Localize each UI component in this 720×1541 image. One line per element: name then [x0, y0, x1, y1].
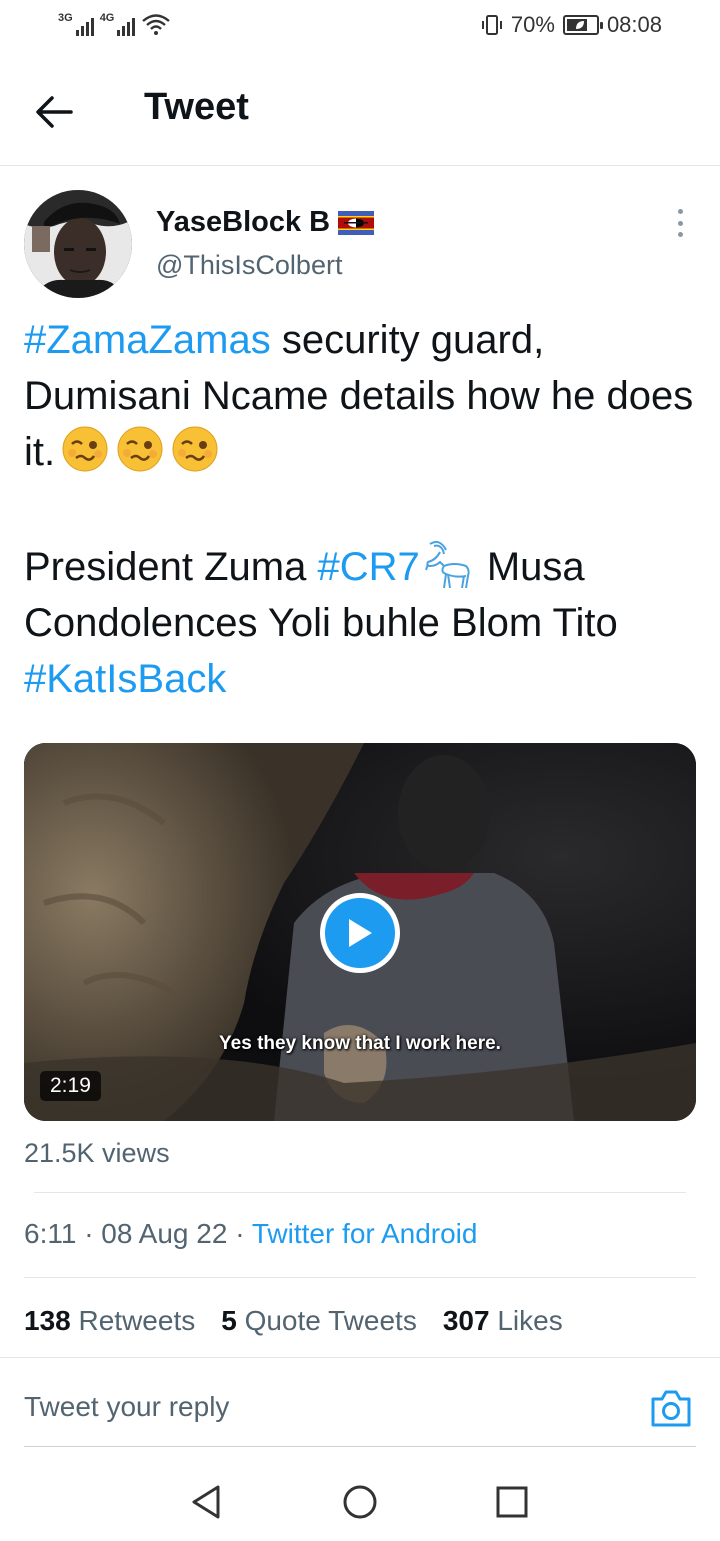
eswatini-flag-icon: [338, 210, 375, 235]
engagement-stats: 138 Retweets 5 Quote Tweets 307 Likes: [24, 1305, 563, 1337]
wifi-icon: [142, 14, 171, 35]
timestamp: 6:11 · 08 Aug 22 ·: [24, 1218, 252, 1249]
sim1-label: 3G: [58, 12, 73, 24]
source-link[interactable]: Twitter for Android: [252, 1218, 478, 1249]
tweet-text-segment: President Zuma: [24, 545, 318, 589]
display-name: YaseBlock B: [156, 206, 331, 238]
battery-percent: 70%: [510, 12, 555, 37]
divider: [24, 1446, 696, 1447]
camera-icon[interactable]: [650, 1388, 692, 1428]
quotes-label: Quote Tweets: [244, 1305, 417, 1336]
avatar[interactable]: [24, 190, 132, 298]
author-handle[interactable]: @ThisIsColbert: [156, 250, 342, 281]
divider: [34, 1192, 686, 1193]
hashtag-link[interactable]: #KatIsBack: [24, 657, 226, 701]
quotes-count: 5: [221, 1305, 237, 1336]
back-triangle-icon[interactable]: [186, 1482, 226, 1522]
vibrate-icon: [481, 15, 502, 35]
back-button[interactable]: [32, 90, 76, 134]
dot: [677, 232, 683, 237]
signal-icon-2: 4G: [100, 12, 136, 36]
retweets-stat[interactable]: 138 Retweets: [24, 1305, 195, 1337]
status-left: 3G 4G: [58, 12, 171, 36]
video-duration: 2:19: [40, 1071, 101, 1101]
home-circle-icon[interactable]: [340, 1482, 380, 1522]
avatar-image: [24, 190, 132, 298]
more-options-button[interactable]: [668, 206, 692, 240]
signal-icon: 3G: [58, 12, 94, 36]
tweet-meta: 6:11 · 08 Aug 22 · Twitter for Android: [24, 1218, 477, 1250]
reply-input[interactable]: Tweet your reply: [24, 1391, 229, 1423]
likes-label: Likes: [497, 1305, 563, 1336]
divider: [0, 1357, 720, 1358]
recents-square-icon[interactable]: [492, 1482, 532, 1522]
video-subtitle: Yes they know that I work here.: [219, 1033, 501, 1054]
woozy-face-emoji: [62, 426, 108, 472]
quotes-stat[interactable]: 5 Quote Tweets: [221, 1305, 417, 1337]
tweet-paragraph-1: #ZamaZamas security guard, Dumisani Ncam…: [24, 312, 700, 480]
author-name[interactable]: YaseBlock B: [156, 206, 375, 239]
dot: [677, 209, 683, 214]
clock: 08:08: [606, 12, 662, 37]
battery-icon: [562, 15, 603, 35]
dot: [677, 220, 683, 226]
top-app-bar: Tweet: [0, 56, 720, 166]
retweets-label: Retweets: [78, 1305, 196, 1336]
status-right: 70% 08:08: [481, 12, 662, 38]
status-bar: 3G 4G 70% 08:08: [0, 0, 720, 56]
arrow-left-icon: [36, 96, 73, 128]
likes-stat[interactable]: 307 Likes: [443, 1305, 563, 1337]
hashtag-link[interactable]: #ZamaZamas: [24, 318, 271, 362]
woozy-face-emoji: [172, 426, 218, 472]
tweet-text: #ZamaZamas security guard, Dumisani Ncam…: [24, 312, 700, 707]
play-icon: [349, 919, 372, 947]
likes-count: 307: [442, 1305, 490, 1336]
page-title: Tweet: [144, 86, 249, 128]
hashtag-link[interactable]: #CR7: [317, 545, 419, 589]
tweet-paragraph-2: President Zuma #CR7 Musa Condolences Yol…: [24, 536, 700, 707]
system-nav-bar: [0, 1470, 720, 1541]
video-player[interactable]: Yes they know that I work here. 2:19: [24, 743, 696, 1121]
sim2-label: 4G: [99, 12, 115, 24]
divider: [24, 1277, 696, 1278]
retweets-count: 138: [24, 1305, 71, 1336]
goat-emoji: [424, 541, 470, 589]
play-button[interactable]: [320, 893, 400, 973]
view-count: 21.5K views: [24, 1138, 170, 1168]
woozy-face-emoji: [117, 426, 163, 472]
